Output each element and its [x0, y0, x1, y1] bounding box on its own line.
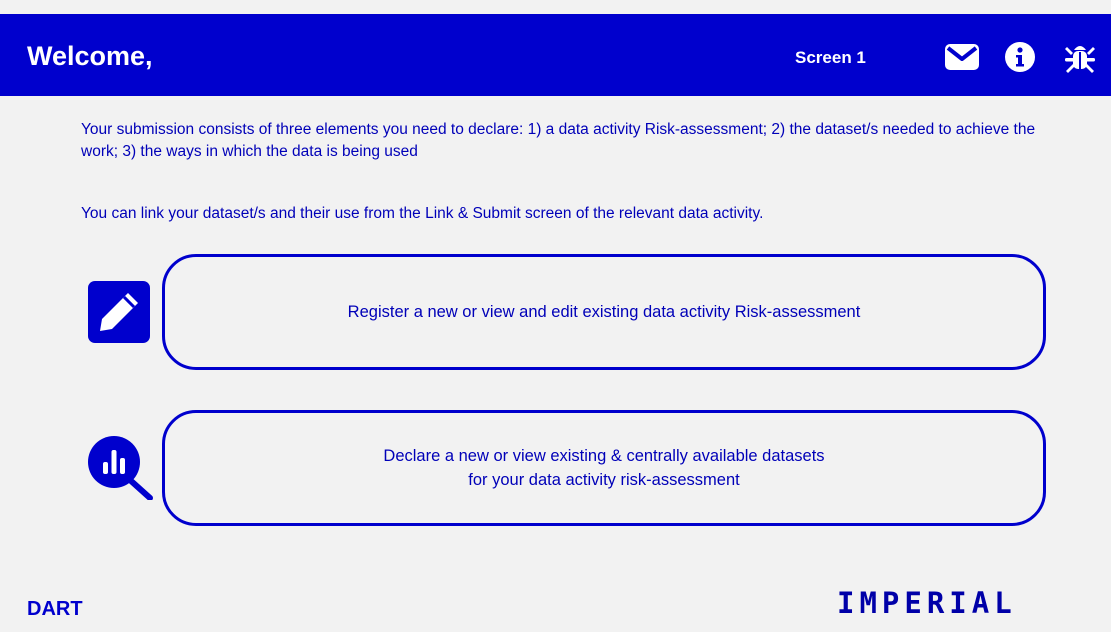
link-submit-hint: You can link your dataset/s and their us…	[81, 205, 764, 222]
dataset-search-icon[interactable]	[86, 436, 156, 500]
register-risk-assessment-label: Register a new or view and edit existing…	[347, 303, 861, 321]
top-bar: Welcome, Screen 1	[0, 14, 1111, 96]
intro-text: Your submission consists of three elemen…	[81, 121, 1036, 160]
declare-datasets-label-line1: Declare a new or view existing & central…	[383, 447, 825, 465]
edit-icon[interactable]	[88, 281, 150, 343]
bug-icon[interactable]	[1062, 40, 1098, 74]
declare-datasets-label-line2: for your data activity risk-assessment	[468, 471, 740, 489]
app-name: DART	[27, 598, 83, 620]
screen-label: Screen 1	[795, 48, 866, 67]
register-risk-assessment-button[interactable]: Register a new or view and edit existing…	[162, 254, 1046, 370]
info-icon[interactable]	[1002, 40, 1038, 74]
envelope-icon[interactable]	[944, 40, 980, 74]
page-title: Welcome,	[27, 41, 153, 71]
declare-datasets-button[interactable]: Declare a new or view existing & central…	[162, 410, 1046, 526]
imperial-logo: IMPERIAL	[837, 586, 1017, 620]
